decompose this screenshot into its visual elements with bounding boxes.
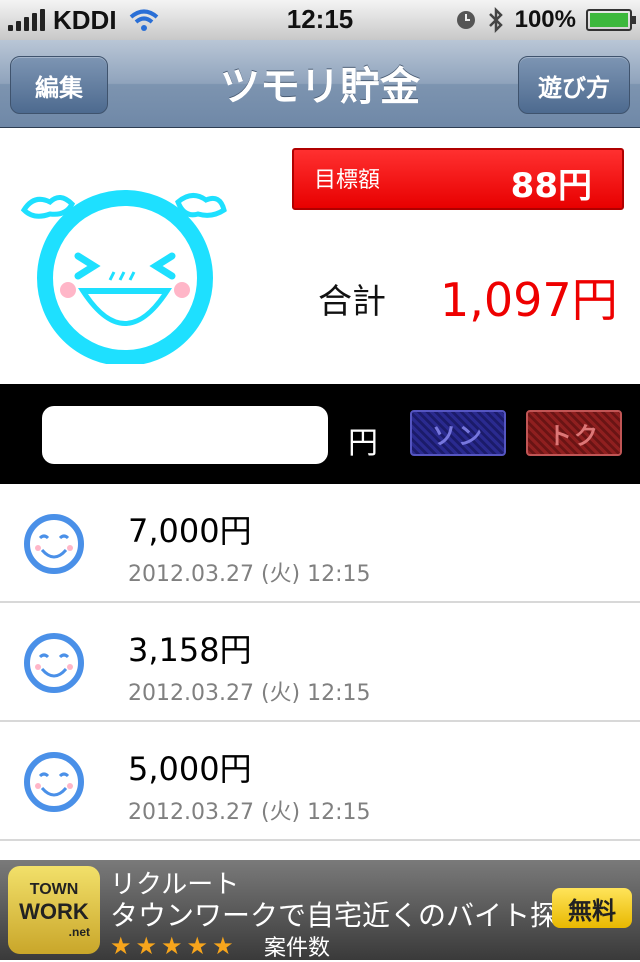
goal-amount-banner[interactable]: 目標額 88円	[292, 148, 624, 210]
total-label: 合計	[318, 282, 386, 322]
battery-icon	[586, 9, 636, 31]
amount-input-bar: 円 ソン トク	[0, 384, 640, 484]
smiley-mascot-icon	[20, 190, 227, 364]
smiley-icon	[24, 633, 84, 693]
clock-icon	[456, 11, 475, 29]
ad-free-badge: 無料	[552, 888, 632, 928]
entry-amount: 5,000円	[128, 750, 252, 788]
how-to-play-button[interactable]: 遊び方	[518, 56, 630, 114]
yen-label: 円	[348, 426, 378, 461]
smiley-icon	[24, 514, 84, 574]
list-item[interactable]: 5,000円 2012.03.27 (火) 12:15	[0, 722, 640, 841]
list-item[interactable]: 7,000円 2012.03.27 (火) 12:15	[0, 484, 640, 603]
ad-text: タウンワークで自宅近くのバイト探し	[110, 899, 587, 932]
loss-button[interactable]: ソン	[410, 410, 506, 456]
ad-subtext: 案件数	[264, 936, 331, 961]
total-value: 1,097円	[440, 273, 618, 327]
goal-value: 88円	[510, 166, 592, 206]
gain-button[interactable]: トク	[526, 410, 622, 456]
amount-input[interactable]	[42, 406, 328, 464]
entry-date: 2012.03.27 (火) 12:15	[128, 681, 371, 706]
savings-list: 7,000円 2012.03.27 (火) 12:15 3,158円 2012.…	[0, 484, 640, 860]
entry-amount: 7,000円	[128, 512, 252, 550]
status-right: 100%	[455, 5, 636, 35]
rating-stars-icon: ★★★★★	[110, 932, 238, 960]
ad-banner[interactable]: TOWN WORK .net リクルート タウンワークで自宅近くのバイト探し 無…	[0, 860, 640, 961]
townwork-logo: TOWN WORK .net	[8, 866, 100, 954]
navigation-bar: 編集 ツモリ貯金 遊び方	[0, 40, 640, 128]
status-bar: KDDI 12:15 100%	[0, 0, 640, 40]
smiley-icon	[24, 752, 84, 812]
battery-percent: 100%	[514, 6, 576, 33]
entry-date: 2012.03.27 (火) 12:15	[128, 562, 371, 587]
list-item[interactable]: 3,158円 2012.03.27 (火) 12:15	[0, 603, 640, 722]
summary-panel: 目標額 88円 合計 1,097円	[0, 128, 640, 384]
bluetooth-icon	[488, 6, 503, 34]
entry-date: 2012.03.27 (火) 12:15	[128, 800, 371, 825]
goal-label: 目標額	[314, 168, 381, 193]
entry-amount: 3,158円	[128, 631, 252, 669]
